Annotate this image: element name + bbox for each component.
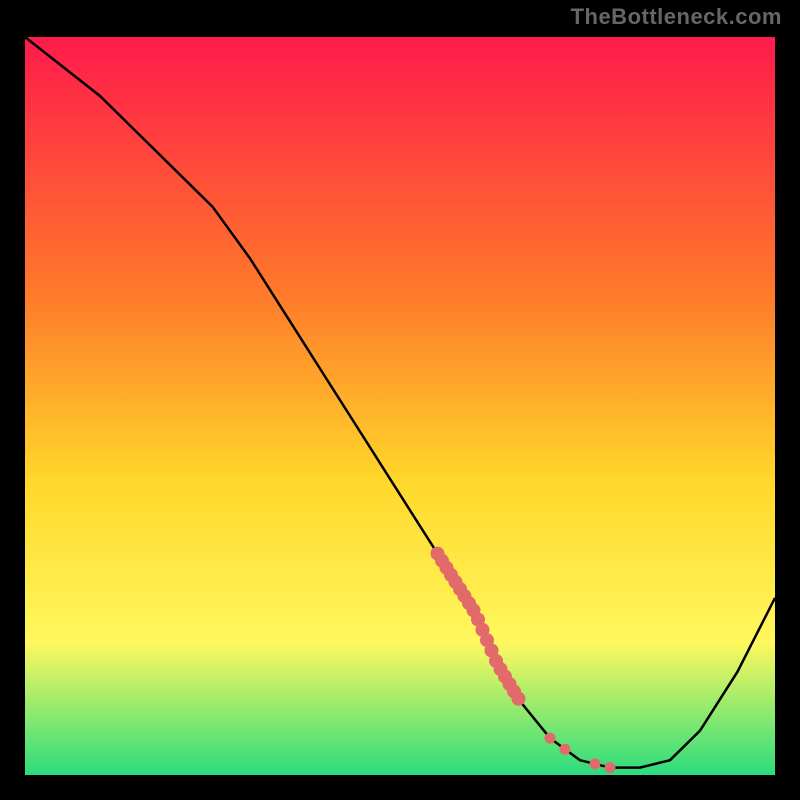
marker-dot	[560, 744, 571, 755]
watermark-text: TheBottleneck.com	[571, 4, 782, 30]
plot-frame	[20, 32, 780, 780]
plot-area	[25, 37, 775, 775]
marker-dot	[545, 733, 556, 744]
marker-dot	[590, 758, 601, 769]
marker-dot	[512, 692, 526, 706]
marker-dot	[605, 762, 616, 773]
chart-container: TheBottleneck.com	[0, 0, 800, 800]
bottleneck-chart	[25, 37, 775, 775]
gradient-background	[25, 37, 775, 775]
